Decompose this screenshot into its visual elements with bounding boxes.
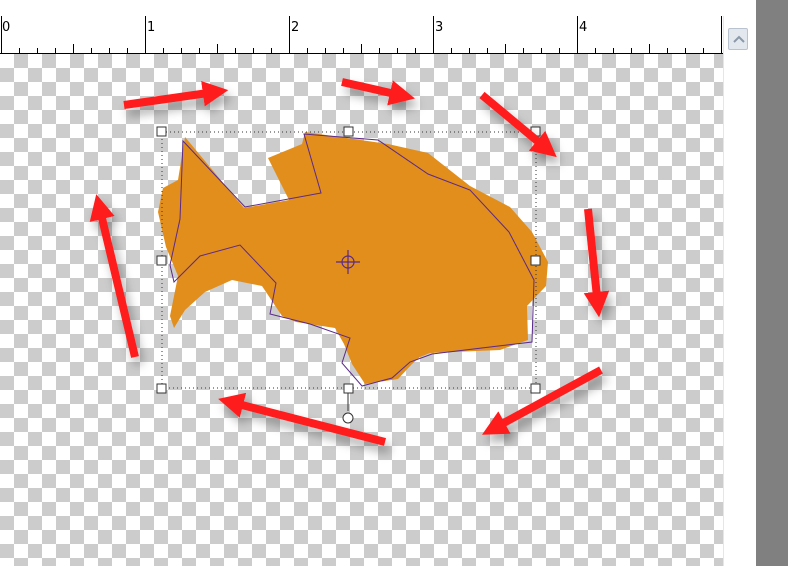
chevron-up-icon xyxy=(733,35,745,43)
handle-bottom-right[interactable] xyxy=(530,383,541,394)
handle-middle-right[interactable] xyxy=(530,255,541,266)
handle-top-right[interactable] xyxy=(530,126,541,137)
handle-middle-left[interactable] xyxy=(156,255,167,266)
vertical-scrollbar[interactable] xyxy=(723,16,752,566)
handle-top-left[interactable] xyxy=(156,126,167,137)
handle-top-middle[interactable] xyxy=(343,126,354,137)
ruler-ticks xyxy=(1,16,722,53)
scroll-up-button[interactable] xyxy=(728,28,748,50)
horizontal-ruler: 0 1 2 3 4 xyxy=(0,16,723,54)
handle-bottom-middle[interactable] xyxy=(343,383,354,394)
handle-bottom-left[interactable] xyxy=(156,383,167,394)
side-panel xyxy=(756,0,788,566)
